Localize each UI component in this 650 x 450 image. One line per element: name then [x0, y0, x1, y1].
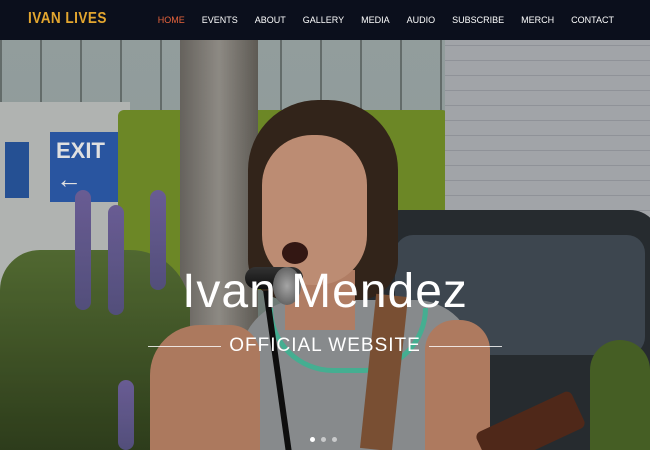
hero-overlay — [0, 40, 650, 450]
nav-item-home[interactable]: HOME — [158, 15, 185, 25]
slider-dot-3[interactable] — [332, 437, 337, 442]
hero-subtitle-row: OFFICIAL WEBSITE — [148, 335, 502, 356]
hero-slider: EXIT ← Ivan Mendez OFFICIAL WEBSITE — [0, 40, 650, 450]
slider-dot-1[interactable] — [310, 437, 315, 442]
nav-item-audio[interactable]: AUDIO — [407, 15, 436, 25]
hero-subtitle: OFFICIAL WEBSITE — [229, 335, 421, 356]
nav-item-merch[interactable]: MERCH — [521, 15, 554, 25]
slider-dots — [310, 437, 337, 442]
divider-line — [148, 345, 222, 347]
nav-item-gallery[interactable]: GALLERY — [303, 15, 344, 25]
nav-item-media[interactable]: MEDIA — [361, 15, 390, 25]
slider-dot-2[interactable] — [321, 437, 326, 442]
nav-item-about[interactable]: ABOUT — [255, 15, 286, 25]
site-logo[interactable]: IVAN LIVES — [28, 10, 107, 28]
hero-title: Ivan Mendez — [182, 265, 468, 318]
nav-item-events[interactable]: EVENTS — [202, 15, 238, 25]
nav-item-subscribe[interactable]: SUBSCRIBE — [452, 15, 504, 25]
main-nav: HOME EVENTS ABOUT GALLERY MEDIA AUDIO SU… — [158, 0, 614, 40]
top-navbar: IVAN LIVES HOME EVENTS ABOUT GALLERY MED… — [0, 0, 650, 40]
nav-item-contact[interactable]: CONTACT — [571, 15, 614, 25]
divider-line — [428, 345, 502, 347]
